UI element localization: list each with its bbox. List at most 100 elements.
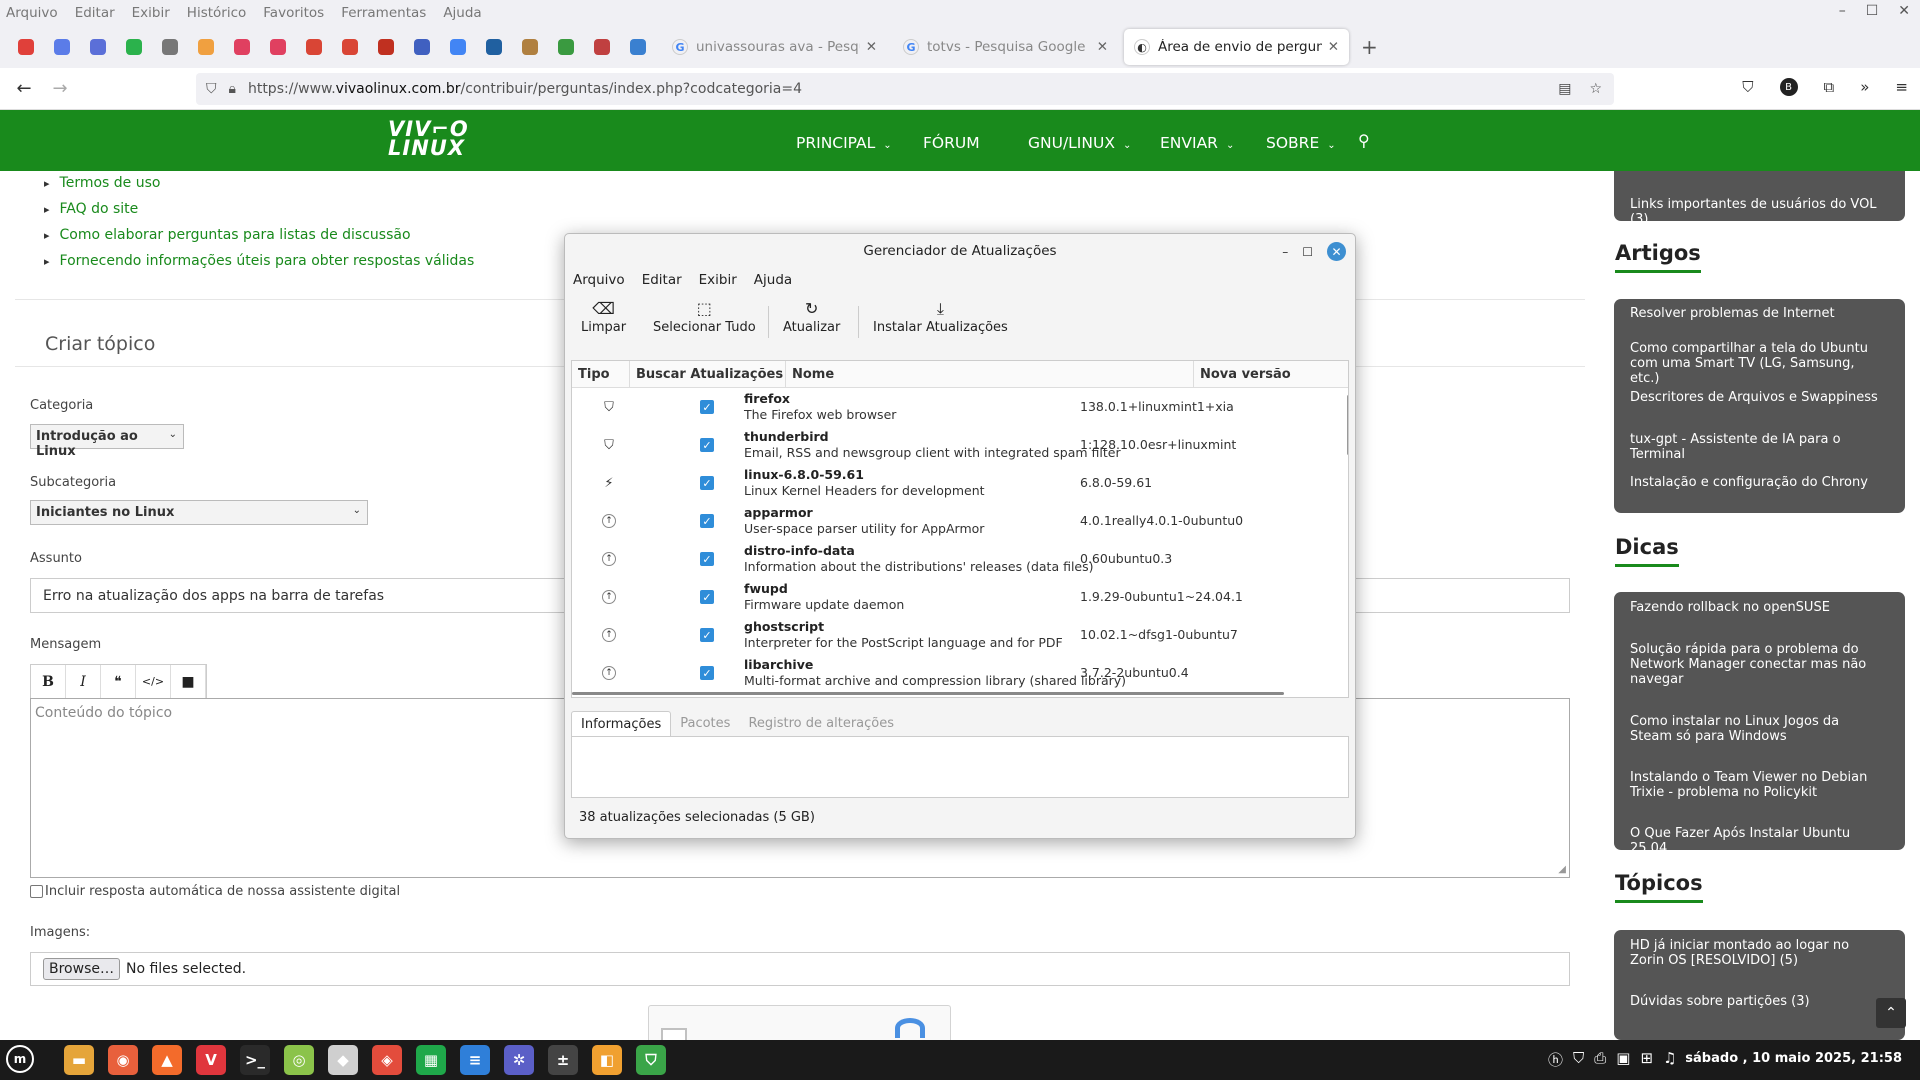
tip-link[interactable]: Como instalar no Linux Jogos da Steam só… <box>1614 714 1894 744</box>
shield-icon[interactable]: ⛉ <box>206 81 217 97</box>
pinned-tab-1[interactable] <box>44 31 80 63</box>
resize-grip-icon[interactable]: ◢ <box>1558 864 1566 875</box>
pocket-icon[interactable]: ⛉ <box>1742 78 1753 96</box>
search-icon[interactable]: ⚲ <box>1358 131 1370 150</box>
tab-area-envio-perguntas[interactable]: ◐ Área de envio de perguntas ✕ <box>1124 29 1349 65</box>
minimize-icon[interactable]: – <box>1839 3 1846 19</box>
link-como-elaborar[interactable]: Como elaborar perguntas para listas de d… <box>44 222 474 248</box>
atualizar-button[interactable]: ↻ Atualizar <box>783 298 840 335</box>
table-row[interactable]: ↑ ✓ apparmor User-space parser utility for … <box>572 502 1348 540</box>
table-row[interactable]: ↑ ✓ libarchive Multi-format archive and com… <box>572 654 1348 692</box>
tip-link[interactable]: Instalando o Team Viewer no Debian Trixi… <box>1614 770 1894 800</box>
table-row[interactable]: ⛉ ✓ firefox The Firefox web browser 138.0.1+… <box>572 388 1348 426</box>
menu-historico[interactable]: Histórico <box>187 5 246 21</box>
nav-sobre[interactable]: SOBRE ⌄ <box>1266 134 1336 152</box>
update-checkbox[interactable]: ✓ <box>700 628 714 642</box>
pinned-tab-10[interactable] <box>368 31 404 63</box>
new-tab-icon[interactable]: + <box>1361 35 1378 59</box>
limpar-button[interactable]: ⌫ Limpar <box>581 298 626 335</box>
menu-favoritos[interactable]: Favoritos <box>263 5 324 21</box>
clock[interactable]: sábado , 10 maio 2025, 21:58 <box>1685 1051 1902 1066</box>
pinned-tab-15[interactable] <box>548 31 584 63</box>
menu-exibir[interactable]: Exibir <box>132 5 170 21</box>
taskbar-app-icon[interactable]: ▬ <box>64 1045 94 1075</box>
column-buscar[interactable]: Buscar Atualizações <box>630 361 786 388</box>
tip-link[interactable]: Solução rápida para o problema do Networ… <box>1614 642 1894 687</box>
pinned-tab-12[interactable] <box>440 31 476 63</box>
shield-icon[interactable]: ⛉ <box>1573 1049 1584 1070</box>
taskbar-app-icon[interactable]: ✲ <box>504 1045 534 1075</box>
pinned-tab-7[interactable] <box>260 31 296 63</box>
table-row[interactable]: ⚡ ✓ linux-6.8.0-59.61 Linux Kernel Headers … <box>572 464 1348 502</box>
pinned-tab-3[interactable] <box>116 31 152 63</box>
tab-registro-alteracoes[interactable]: Registro de alterações <box>739 711 903 737</box>
nav-gnu-linux[interactable]: GNU/LINUX ⌄ <box>1028 134 1131 152</box>
update-checkbox[interactable]: ✓ <box>700 438 714 452</box>
horizontal-scrollbar[interactable] <box>572 692 1284 695</box>
bold-button[interactable]: B <box>31 665 66 698</box>
nav-principal[interactable]: PRINCIPAL ⌄ <box>796 134 892 152</box>
auto-reply-checkbox[interactable] <box>30 885 43 898</box>
menu-arquivo[interactable]: Arquivo <box>6 5 58 21</box>
taskbar-app-icon[interactable]: ▦ <box>416 1045 446 1075</box>
categoria-select[interactable]: Introdução ao Linux ⌄ <box>30 424 184 459</box>
selecionar-tudo-button[interactable]: ⬚ Selecionar Tudo <box>653 298 756 335</box>
profile-avatar[interactable]: B <box>1779 78 1798 96</box>
pinned-tab-11[interactable] <box>404 31 440 63</box>
vertical-scrollbar[interactable] <box>1347 395 1348 455</box>
code-button[interactable]: </> <box>136 665 171 698</box>
column-tipo[interactable]: Tipo <box>572 361 630 388</box>
pinned-tab-16[interactable] <box>584 31 620 63</box>
quote-button[interactable]: ❝ <box>101 665 136 698</box>
sidebar-link[interactable]: Links importantes de usuários do VOL (3) <box>1614 197 1894 227</box>
link-faq[interactable]: FAQ do site <box>44 196 474 222</box>
nav-forum[interactable]: FÓRUM <box>923 134 980 152</box>
taskbar-app-icon[interactable]: ◎ <box>284 1045 314 1075</box>
bookmark-star-icon[interactable]: ☆ <box>1589 81 1602 97</box>
menu-ferramentas[interactable]: Ferramentas <box>341 5 426 21</box>
taskbar-app-icon[interactable]: ± <box>548 1045 578 1075</box>
taskbar-app-icon[interactable]: ◆ <box>328 1045 358 1075</box>
table-row[interactable]: ↑ ✓ distro-info-data Information about the … <box>572 540 1348 578</box>
close-icon[interactable]: ✕ <box>1898 3 1910 19</box>
table-row[interactable]: ⛉ ✓ thunderbird Email, RSS and newsgroup cl… <box>572 426 1348 464</box>
pinned-tab-0[interactable] <box>8 31 44 63</box>
tip-link[interactable]: O Que Fazer Após Instalar Ubuntu 25.04 <box>1614 826 1894 856</box>
menu-editar[interactable]: Editar <box>642 272 682 288</box>
pinned-tab-5[interactable] <box>188 31 224 63</box>
update-checkbox[interactable]: ✓ <box>700 476 714 490</box>
article-link[interactable]: Como compartilhar a tela do Ubuntu com u… <box>1614 341 1894 386</box>
network-icon[interactable]: ⊞ <box>1640 1049 1653 1070</box>
taskbar-app-icon[interactable]: ⛉ <box>636 1045 666 1075</box>
maximize-icon[interactable]: ☐ <box>1302 245 1313 259</box>
extensions-icon[interactable]: ⧉ <box>1824 78 1835 96</box>
close-icon[interactable]: ✕ <box>1327 242 1346 261</box>
lock-icon[interactable]: 🔒︎ <box>229 81 236 97</box>
taskbar-app-icon[interactable]: ◈ <box>372 1045 402 1075</box>
topic-link[interactable]: Dúvidas sobre partições (3) <box>1614 994 1894 1009</box>
browse-button[interactable]: Browse… <box>43 958 120 980</box>
article-link[interactable]: Descritores de Arquivos e Swappiness <box>1614 390 1894 405</box>
minimize-icon[interactable]: – <box>1282 245 1288 259</box>
table-row[interactable]: ↑ ✓ ghostscript Interpreter for the PostScr… <box>572 616 1348 654</box>
taskbar-app-icon[interactable]: ▲ <box>152 1045 182 1075</box>
tab-close-icon[interactable]: ✕ <box>1097 39 1108 55</box>
tab-close-icon[interactable]: ✕ <box>866 39 877 55</box>
clipboard-icon[interactable]: ▣ <box>1616 1049 1630 1070</box>
taskbar-app-icon[interactable]: ≡ <box>460 1045 490 1075</box>
scroll-to-top-button[interactable]: ⌃ <box>1876 998 1906 1028</box>
tab-close-icon[interactable]: ✕ <box>1328 39 1339 55</box>
tab-pacotes[interactable]: Pacotes <box>671 711 739 737</box>
update-checkbox[interactable]: ✓ <box>700 400 714 414</box>
topic-link[interactable]: HD já iniciar montado ao logar no Zorin … <box>1614 938 1894 968</box>
url-bar[interactable]: ⛉ 🔒︎ https://www. vivaolinux.com.br/contr… <box>196 73 1614 105</box>
hp-icon[interactable]: ⓗ <box>1548 1049 1563 1070</box>
article-link[interactable]: Resolver problemas de Internet <box>1614 306 1894 321</box>
italic-button[interactable]: I <box>66 665 101 698</box>
auto-reply-option[interactable]: Incluir resposta automática de nossa ass… <box>30 884 400 899</box>
hamburger-menu-icon[interactable]: ≡ <box>1895 78 1908 96</box>
pinned-tab-4[interactable] <box>152 31 188 63</box>
menu-ajuda[interactable]: Ajuda <box>443 5 481 21</box>
update-checkbox[interactable]: ✓ <box>700 666 714 680</box>
site-logo[interactable]: VIV⌐O LINUX <box>388 119 469 159</box>
